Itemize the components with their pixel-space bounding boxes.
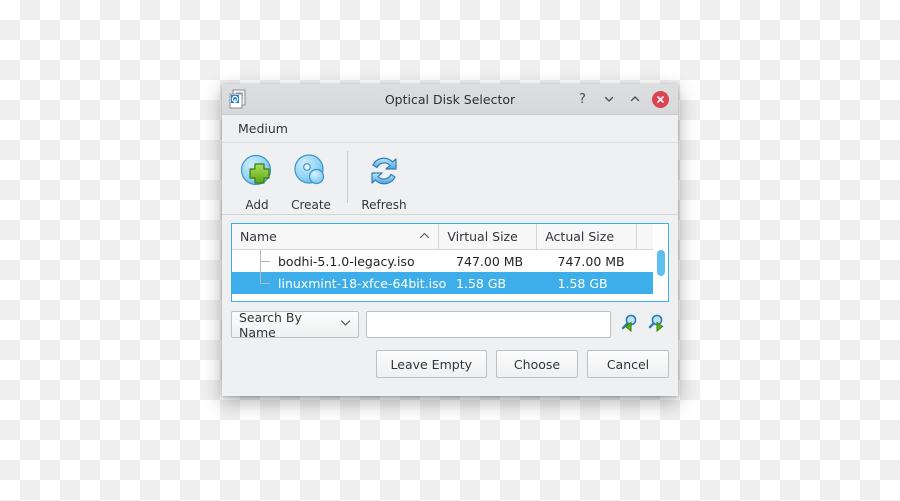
medium-table[interactable]: Name Virtual Size Actual Size bodhi-5.1.… <box>231 223 669 302</box>
column-header-actual-size-label: Actual Size <box>545 229 615 244</box>
search-previous-icon <box>619 313 639 337</box>
choose-button[interactable]: Choose <box>496 350 578 378</box>
create-button-label: Create <box>291 198 331 212</box>
scrollbar-thumb[interactable] <box>657 250 665 276</box>
search-bar: Search By Name <box>231 309 669 340</box>
search-input[interactable] <box>366 311 611 338</box>
cell-virtual-size: 1.58 GB <box>456 275 507 291</box>
table-main: Name Virtual Size Actual Size bodhi-5.1.… <box>232 224 653 301</box>
titlebar[interactable]: Optical Disk Selector ? <box>222 84 678 115</box>
menubar: Medium <box>222 115 678 143</box>
cell-name: linuxmint-18-xfce-64bit.iso <box>278 275 447 291</box>
add-button[interactable]: Add <box>230 149 284 212</box>
add-disk-icon <box>237 151 277 195</box>
column-header-virtual-size-label: Virtual Size <box>447 229 518 244</box>
refresh-icon <box>364 151 404 195</box>
sort-ascending-icon <box>419 231 430 243</box>
close-icon <box>657 95 664 103</box>
table-vertical-scrollbar[interactable] <box>653 224 668 301</box>
chevron-down-icon <box>340 319 351 330</box>
table-row[interactable]: linuxmint-18-xfce-64bit.iso 1.58 GB 1.58… <box>232 272 653 294</box>
chevron-up-icon <box>630 96 639 102</box>
column-header-name[interactable]: Name <box>232 224 440 249</box>
search-next-button[interactable] <box>647 314 669 336</box>
create-disk-icon <box>291 151 331 195</box>
optical-disk-selector-dialog: Optical Disk Selector ? Medium Add Creat… <box>222 84 678 396</box>
leave-empty-button[interactable]: Leave Empty <box>375 350 487 378</box>
column-header-name-label: Name <box>240 229 277 244</box>
table-body: bodhi-5.1.0-legacy.iso 747.00 MB 747.00 … <box>232 250 653 301</box>
create-button[interactable]: Create <box>284 149 338 212</box>
window-controls: ? <box>574 90 678 108</box>
add-button-label: Add <box>245 198 269 212</box>
table-row[interactable]: bodhi-5.1.0-legacy.iso 747.00 MB 747.00 … <box>232 250 653 272</box>
cancel-button[interactable]: Cancel <box>587 350 669 378</box>
dialog-body: Name Virtual Size Actual Size bodhi-5.1.… <box>222 215 678 378</box>
toolbar: Add Create Refresh <box>222 143 678 215</box>
column-header-virtual-size[interactable]: Virtual Size <box>439 224 538 249</box>
cell-virtual-size: 747.00 MB <box>456 253 524 269</box>
cell-name: bodhi-5.1.0-legacy.iso <box>278 253 415 269</box>
optical-disk-document-icon <box>227 88 249 110</box>
search-next-icon <box>648 313 668 337</box>
help-button[interactable]: ? <box>574 91 591 108</box>
search-mode-label: Search By Name <box>239 309 302 340</box>
refresh-button-label: Refresh <box>361 198 407 212</box>
toolbar-separator <box>347 151 348 203</box>
refresh-button[interactable]: Refresh <box>357 149 411 212</box>
column-header-actual-size[interactable]: Actual Size <box>537 224 638 249</box>
maximize-button[interactable] <box>626 91 643 108</box>
table-header-row: Name Virtual Size Actual Size <box>232 224 653 250</box>
help-icon: ? <box>579 91 586 107</box>
cell-actual-size: 747.00 MB <box>557 253 625 269</box>
minimize-button[interactable] <box>600 91 617 108</box>
search-previous-button[interactable] <box>618 314 640 336</box>
tree-branch <box>232 272 276 294</box>
cell-actual-size: 1.58 GB <box>557 275 608 291</box>
dialog-buttons: Leave Empty Choose Cancel <box>231 350 669 378</box>
close-button[interactable] <box>652 90 669 108</box>
column-header-filler <box>637 224 653 249</box>
tree-branch <box>232 250 276 272</box>
chevron-down-icon <box>604 96 613 102</box>
search-mode-select[interactable]: Search By Name <box>231 309 359 340</box>
menu-item-medium[interactable]: Medium <box>232 118 294 139</box>
